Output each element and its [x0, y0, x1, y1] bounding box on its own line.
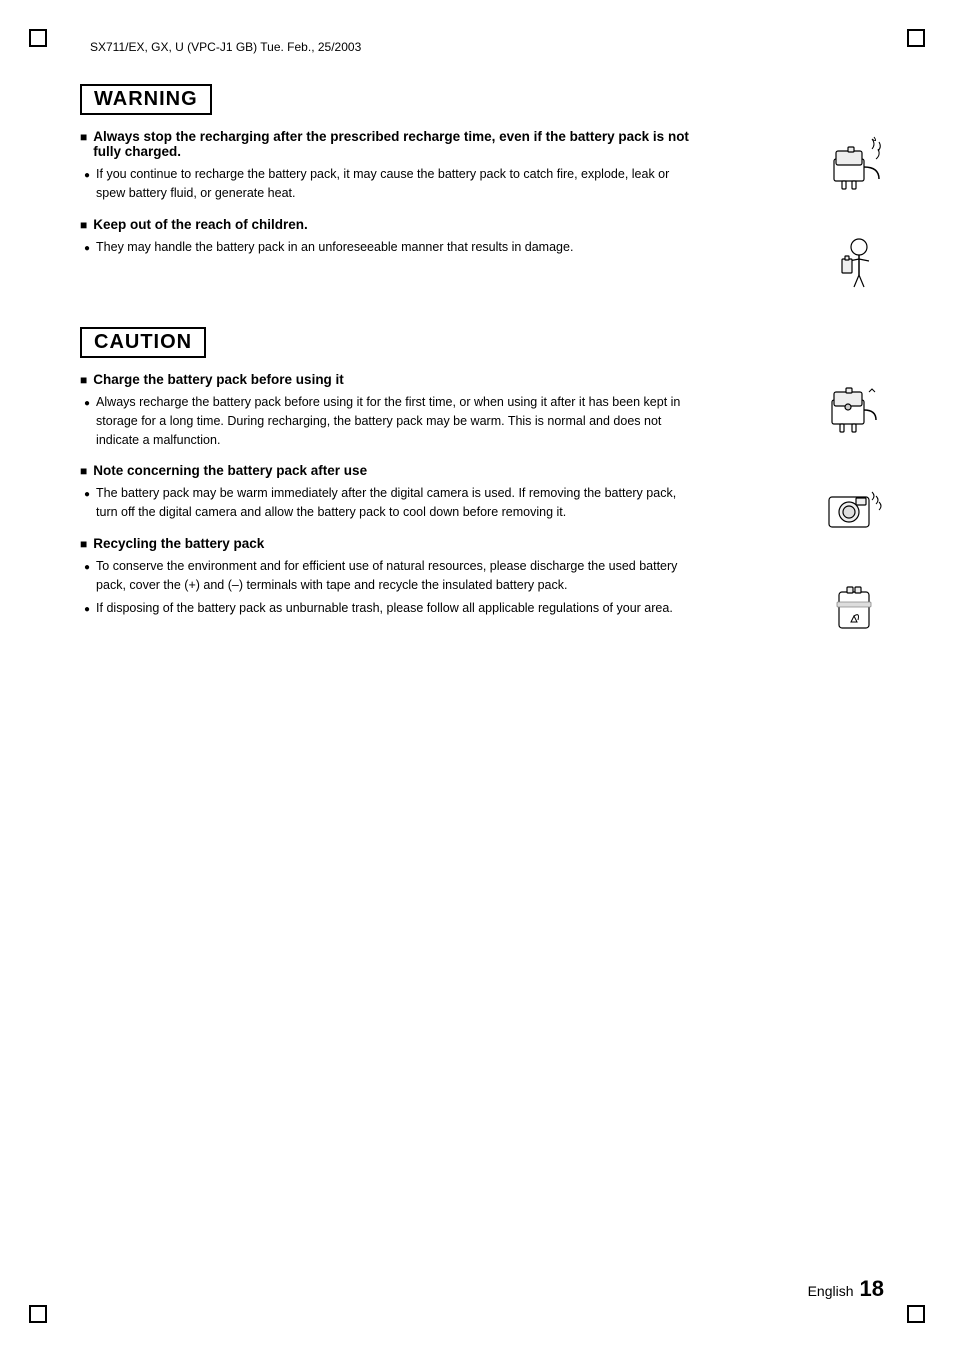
- caution-bullet-2-0: The battery pack may be warm immediately…: [84, 484, 700, 522]
- caution-bullet-3-1: If disposing of the battery pack as unbu…: [84, 599, 700, 618]
- warning-illus-1: [814, 129, 894, 199]
- corner-mark-bottom-right: [890, 1288, 926, 1324]
- footer-language: English: [808, 1283, 854, 1299]
- caution-content: Charge the battery pack before using it …: [80, 372, 894, 642]
- caution-bullet-3-0: To conserve the environment and for effi…: [84, 557, 700, 595]
- warning-illustrations: [814, 129, 894, 299]
- warning-title: WARNING: [80, 84, 212, 115]
- footer: English 18: [808, 1276, 884, 1302]
- warning-section: WARNING Always stop the recharging after…: [80, 84, 894, 299]
- warning-bullet-1-0: If you continue to recharge the battery …: [84, 165, 700, 203]
- warning-subsection-2: Keep out of the reach of children. They …: [80, 217, 700, 257]
- caution-title: CAUTION: [80, 327, 206, 358]
- warning-text: Always stop the recharging after the pre…: [80, 129, 700, 270]
- caution-text: Charge the battery pack before using it …: [80, 372, 700, 632]
- caution-illustrations: [814, 372, 894, 642]
- page: SX711/EX, GX, U (VPC-J1 GB) Tue. Feb., 2…: [0, 0, 954, 1352]
- caution-illus-2: [814, 472, 894, 542]
- caution-section: CAUTION Charge the battery pack before u…: [80, 327, 894, 642]
- caution-heading-3: Recycling the battery pack: [80, 536, 700, 551]
- warning-subsection-1: Always stop the recharging after the pre…: [80, 129, 700, 203]
- caution-heading-2: Note concerning the battery pack after u…: [80, 463, 700, 478]
- caution-subsection-2: Note concerning the battery pack after u…: [80, 463, 700, 522]
- corner-mark-top-right: [890, 28, 926, 64]
- warning-content: Always stop the recharging after the pre…: [80, 129, 894, 299]
- caution-bullet-1-0: Always recharge the battery pack before …: [84, 393, 700, 449]
- caution-illus-1: [814, 372, 894, 442]
- warning-illus-2: [814, 229, 894, 299]
- caution-illus-3: [814, 572, 894, 642]
- warning-bullet-2-0: They may handle the battery pack in an u…: [84, 238, 700, 257]
- caution-subsection-3: Recycling the battery pack To conserve t…: [80, 536, 700, 618]
- warning-heading-1: Always stop the recharging after the pre…: [80, 129, 700, 159]
- footer-page-number: 18: [860, 1276, 884, 1302]
- caution-subsection-1: Charge the battery pack before using it …: [80, 372, 700, 449]
- caution-heading-1: Charge the battery pack before using it: [80, 372, 700, 387]
- header-meta: SX711/EX, GX, U (VPC-J1 GB) Tue. Feb., 2…: [90, 40, 894, 54]
- corner-mark-top-left: [28, 28, 64, 64]
- corner-mark-bottom-left: [28, 1288, 64, 1324]
- warning-heading-2: Keep out of the reach of children.: [80, 217, 700, 232]
